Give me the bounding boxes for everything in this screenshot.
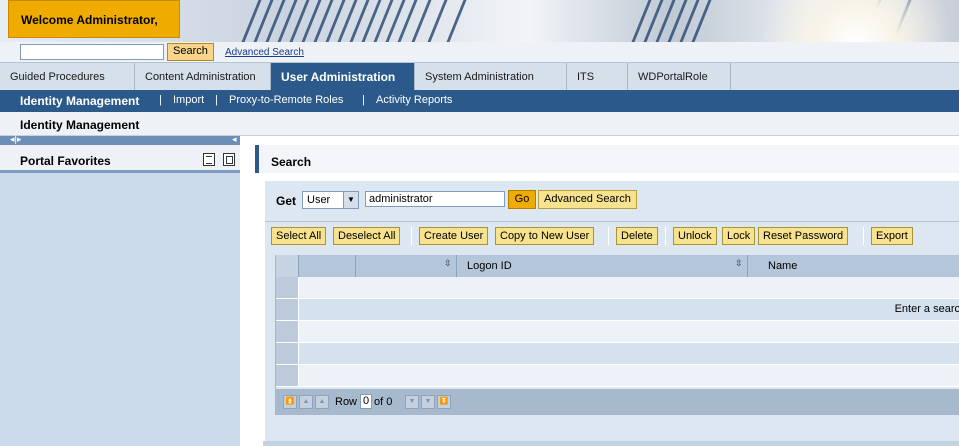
column-header-name[interactable]: Name bbox=[748, 255, 959, 277]
search-bar: Search Advanced Search bbox=[0, 42, 959, 62]
column-header-logon-id[interactable]: Logon ID ⇳ bbox=[457, 255, 748, 277]
tab-content-administration[interactable]: Content Administration bbox=[135, 63, 271, 91]
copy-to-new-user-button[interactable]: Copy to New User bbox=[495, 227, 595, 245]
subnav-separator: | bbox=[362, 94, 365, 106]
collapse-arrow-icon[interactable]: ◂ bbox=[232, 134, 237, 145]
main-content: Search Get User ▼ administrator Go Advan… bbox=[255, 145, 959, 446]
page-title: Identity Management bbox=[0, 112, 959, 136]
dropdown-arrow-icon[interactable]: ▼ bbox=[343, 192, 358, 208]
welcome-banner: Welcome Administrator, bbox=[8, 0, 180, 38]
object-type-select[interactable]: User ▼ bbox=[302, 191, 359, 209]
table-row bbox=[276, 343, 959, 365]
row-selector[interactable] bbox=[276, 343, 299, 364]
row-of-label: of 0 bbox=[374, 396, 393, 408]
portal-favorites-title: Portal Favorites bbox=[20, 154, 111, 168]
subnav-activity-reports[interactable]: Activity Reports bbox=[376, 94, 452, 106]
create-user-button[interactable]: Create User bbox=[419, 227, 489, 245]
row-selector[interactable] bbox=[276, 365, 299, 386]
advanced-search-button[interactable]: Advanced Search bbox=[538, 190, 637, 209]
prev-row-icon[interactable]: ▲ bbox=[315, 395, 329, 409]
portal-favorites-header: Portal Favorites bbox=[0, 145, 240, 173]
table-row bbox=[276, 321, 959, 343]
top-tabs: Guided Procedures Content Administration… bbox=[0, 62, 959, 111]
tab-guided-procedures[interactable]: Guided Procedures bbox=[0, 63, 135, 91]
get-row: Get User ▼ administrator Go Advanced Sea… bbox=[265, 181, 959, 221]
table-row bbox=[276, 277, 959, 299]
footer-strip bbox=[263, 441, 959, 446]
search-input[interactable] bbox=[20, 44, 164, 60]
row-input[interactable]: 0 bbox=[360, 394, 372, 409]
collapse-icon[interactable]: ◂|▸ bbox=[10, 134, 21, 145]
search-button[interactable]: Search bbox=[167, 43, 214, 61]
get-label: Get bbox=[276, 194, 297, 208]
sub-navigation: Identity Management | Import | Proxy-to-… bbox=[0, 90, 959, 112]
subnav-separator: | bbox=[159, 94, 162, 106]
column-label-logon-id: Logon ID bbox=[467, 260, 512, 272]
search-panel-body: Get User ▼ administrator Go Advanced Sea… bbox=[265, 181, 959, 443]
table-header: ⇳ Logon ID ⇳ Name bbox=[276, 255, 959, 278]
banner-stripe bbox=[446, 0, 467, 42]
toolbar-separator bbox=[863, 227, 864, 245]
subnav-proxy-to-remote-roles[interactable]: Proxy-to-Remote Roles bbox=[229, 94, 343, 106]
column-header bbox=[299, 255, 356, 277]
row-selector[interactable] bbox=[276, 299, 299, 320]
subnav-separator: | bbox=[215, 94, 218, 106]
banner-highlight bbox=[700, 0, 959, 42]
table-pager: ⏫ ▲ ▲ Row 0 of 0 ▼ ▼ ⏬ bbox=[275, 389, 959, 415]
toolbar-separator bbox=[665, 227, 666, 245]
list-view-icon[interactable] bbox=[203, 153, 215, 166]
toolbar-separator bbox=[411, 227, 412, 245]
column-header-blank[interactable]: ⇳ bbox=[356, 255, 457, 277]
left-pane: Portal Favorites bbox=[0, 145, 240, 446]
row-selector[interactable] bbox=[276, 321, 299, 342]
row-selector[interactable] bbox=[276, 277, 299, 298]
tab-system-administration[interactable]: System Administration bbox=[415, 63, 567, 91]
window-icon[interactable] bbox=[223, 153, 235, 166]
lock-button[interactable]: Lock bbox=[722, 227, 756, 245]
table-row: Enter a searc bbox=[276, 299, 959, 321]
reset-password-button[interactable]: Reset Password bbox=[758, 227, 849, 245]
go-button[interactable]: Go bbox=[508, 190, 536, 209]
sort-icon[interactable]: ⇳ bbox=[735, 258, 743, 269]
tab-its-role[interactable]: ITS Role bbox=[567, 63, 628, 111]
unlock-button[interactable]: Unlock bbox=[673, 227, 717, 245]
select-all-button[interactable]: Select All bbox=[271, 227, 327, 245]
header-banner: Welcome Administrator, bbox=[0, 0, 959, 42]
table-row bbox=[276, 365, 959, 387]
object-type-value: User bbox=[307, 194, 331, 206]
banner-stripe bbox=[427, 0, 448, 42]
get-query-input[interactable]: administrator bbox=[365, 191, 505, 207]
advanced-search-link[interactable]: Advanced Search bbox=[225, 47, 304, 58]
next-page-icon[interactable]: ▼ bbox=[421, 395, 435, 409]
subnav-identity-management[interactable]: Identity Management bbox=[20, 94, 139, 108]
prev-page-icon[interactable]: ▲ bbox=[299, 395, 313, 409]
table-toolbar: Select All Deselect All Create User Copy… bbox=[265, 222, 959, 248]
toolbar-separator bbox=[608, 227, 609, 245]
export-button[interactable]: Export bbox=[871, 227, 913, 245]
row-label: Row bbox=[335, 396, 358, 408]
next-row-icon[interactable]: ▼ bbox=[405, 395, 419, 409]
search-panel-title: Search bbox=[271, 155, 312, 169]
select-column-header[interactable] bbox=[276, 255, 299, 277]
deselect-all-button[interactable]: Deselect All bbox=[333, 227, 401, 245]
delete-button[interactable]: Delete bbox=[616, 227, 658, 245]
results-table: ⇳ Logon ID ⇳ Name Enter a searc bbox=[275, 255, 959, 389]
sort-icon[interactable]: ⇳ bbox=[444, 258, 452, 269]
column-label-name: Name bbox=[768, 260, 798, 272]
search-panel-header: Search bbox=[255, 145, 959, 173]
first-page-icon[interactable]: ⏫ bbox=[283, 395, 297, 409]
empty-table-message: Enter a searc bbox=[894, 303, 959, 315]
tab-wdportalrole[interactable]: WDPortalRole bbox=[628, 63, 731, 91]
tab-user-administration[interactable]: User Administration bbox=[271, 63, 415, 91]
last-page-icon[interactable]: ⏬ bbox=[437, 395, 451, 409]
navigation-collapse-bar[interactable]: ◂|▸ ◂ bbox=[0, 134, 240, 145]
subnav-import[interactable]: Import bbox=[173, 94, 204, 106]
